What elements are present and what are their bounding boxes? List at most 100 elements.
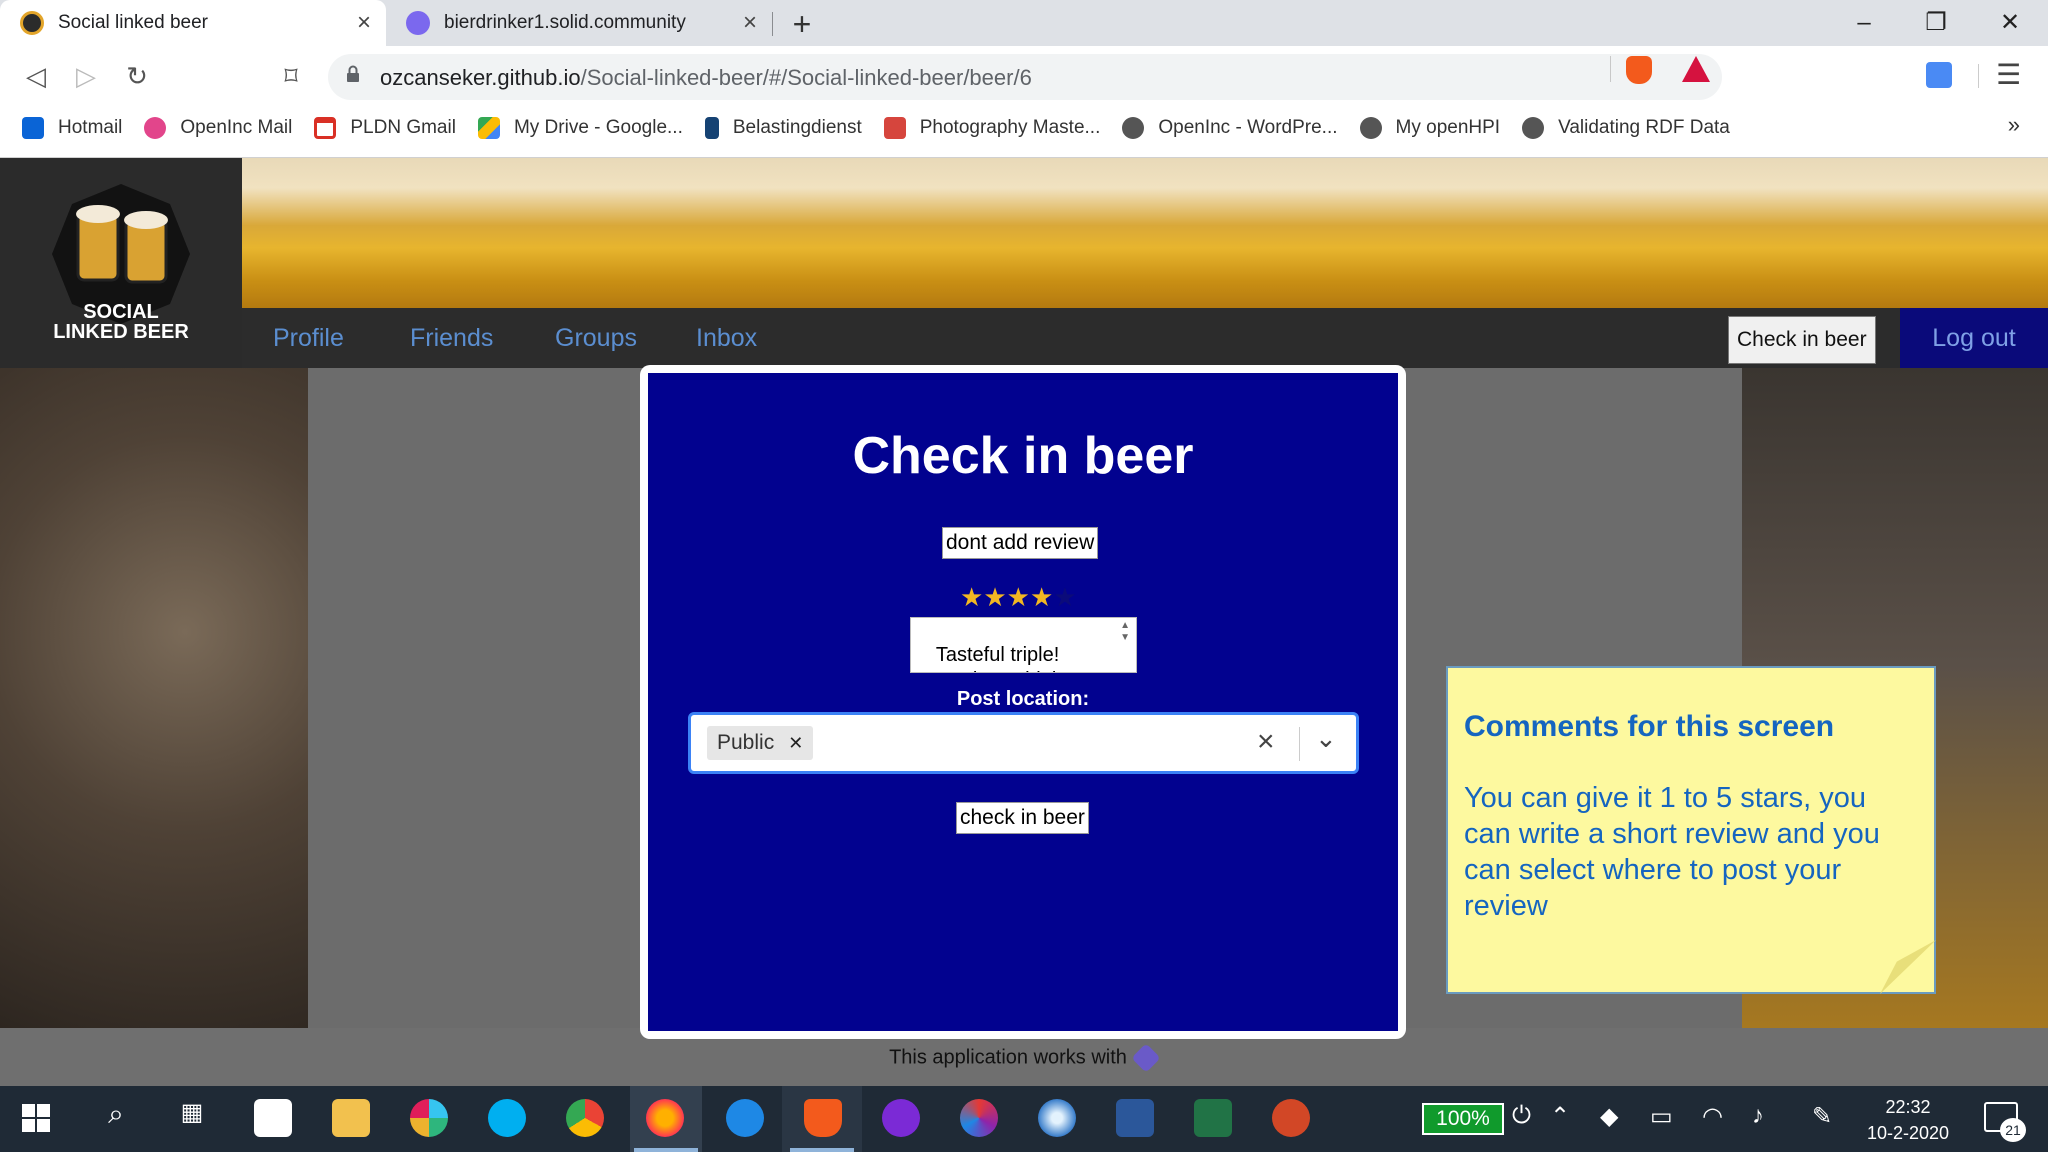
toolbar-divider — [1978, 64, 1979, 88]
bookmark-photography[interactable]: Photography Maste... — [883, 117, 1100, 139]
battery-indicator[interactable]: 100% — [1422, 1103, 1504, 1135]
udemy-icon — [883, 117, 906, 139]
tab-bierdrinker1[interactable]: bierdrinker1.solid.community × — [386, 0, 772, 46]
search-icon[interactable]: ⌕ — [96, 1098, 136, 1131]
new-tab-icon[interactable]: + — [786, 6, 818, 43]
nav-groups[interactable]: Groups — [555, 324, 637, 353]
star-3-icon[interactable]: ★ — [1007, 582, 1030, 612]
close-window-icon[interactable]: ✕ — [1980, 4, 2040, 42]
skype-icon[interactable] — [488, 1099, 526, 1137]
review-textarea[interactable]: Tasteful triple! PLDN beer drinkers ▲▼ — [910, 617, 1137, 673]
dont-add-review-button[interactable]: dont add review — [942, 527, 1099, 559]
bookmark-hotmail[interactable]: Hotmail — [22, 117, 122, 139]
bookmark-label: Belastingdienst — [732, 117, 862, 138]
bookmark-label: PLDN Gmail — [350, 117, 456, 138]
dropbox-icon[interactable]: ◆ — [1600, 1102, 1618, 1131]
task-view-icon[interactable]: ▦ — [172, 1098, 212, 1127]
star-rating[interactable]: ★★★★★ — [960, 582, 1077, 613]
forward-icon[interactable]: ▷ — [68, 54, 104, 98]
network-app-icon[interactable] — [1038, 1099, 1076, 1137]
brave-rewards-icon[interactable] — [1682, 56, 1710, 82]
back-icon[interactable]: ◁ — [18, 54, 54, 98]
bookmark-openinc-wordpress[interactable]: OpenInc - WordPre... — [1122, 117, 1338, 139]
excel-icon[interactable] — [1194, 1099, 1232, 1137]
url-path: /Social-linked-beer/#/Social-linked-beer… — [580, 65, 1032, 90]
bookmark-my-openhpi[interactable]: My openHPI — [1359, 117, 1501, 139]
bookmark-label: OpenInc - WordPre... — [1158, 117, 1338, 138]
nav-check-in-beer-button[interactable]: Check in beer — [1728, 316, 1876, 364]
bookmark-openinc-mail[interactable]: OpenInc Mail — [144, 117, 292, 139]
pen-icon[interactable]: ✎ — [1812, 1102, 1832, 1131]
globe-icon — [1122, 117, 1145, 139]
volume-icon[interactable]: ♪ — [1752, 1102, 1764, 1130]
chrome-icon[interactable] — [566, 1099, 604, 1137]
minimize-icon[interactable]: – — [1834, 4, 1894, 42]
translate-extension-icon[interactable] — [1926, 62, 1952, 88]
bookmark-my-drive[interactable]: My Drive - Google... — [477, 117, 683, 139]
battery-tray-icon[interactable]: ▭ — [1650, 1102, 1673, 1131]
browser-menu-icon[interactable]: ☰ — [1996, 58, 2021, 91]
note-title: Comments for this screen — [1464, 710, 1835, 743]
power-plug-icon: ⏻ — [1512, 1102, 1531, 1129]
google-drive-icon — [477, 117, 500, 139]
logo-line-1: SOCIAL — [83, 301, 159, 323]
bookmark-validating-rdf[interactable]: Validating RDF Data — [1522, 117, 1730, 139]
nav-friends[interactable]: Friends — [410, 324, 493, 353]
word-icon[interactable] — [1116, 1099, 1154, 1137]
remove-chip-icon[interactable]: ✕ — [788, 733, 803, 754]
review-text: Tasteful triple! PLDN beer drinkers — [914, 644, 1090, 672]
check-in-beer-submit-button[interactable]: check in beer — [956, 802, 1089, 834]
tab-title: Social linked beer — [58, 12, 208, 33]
brave-shields-icon[interactable] — [1626, 56, 1652, 84]
footer-label: This application works with — [889, 1046, 1127, 1069]
lock-icon — [347, 65, 359, 82]
firefox-icon[interactable] — [646, 1099, 684, 1137]
star-5-icon[interactable]: ★ — [1053, 582, 1076, 612]
note-body: You can give it 1 to 5 stars, you can wr… — [1464, 782, 1880, 922]
restore-icon[interactable]: ❐ — [1906, 4, 1966, 42]
clear-selection-icon[interactable]: × — [1257, 725, 1275, 759]
windows-start-icon[interactable] — [22, 1104, 50, 1132]
edge-icon[interactable] — [726, 1099, 764, 1137]
clock-time: 22:32 — [1885, 1097, 1931, 1117]
close-tab-icon[interactable]: × — [736, 9, 764, 37]
windows-taskbar — [0, 1086, 2048, 1152]
tor-icon[interactable] — [882, 1099, 920, 1137]
post-location-select[interactable]: Public ✕ × ⌄ — [688, 712, 1359, 774]
color-wheel-icon[interactable] — [960, 1099, 998, 1137]
file-explorer-icon[interactable] — [332, 1099, 370, 1137]
openinc-icon — [144, 117, 167, 139]
globe-icon — [1522, 117, 1545, 139]
globe-icon — [1359, 117, 1382, 139]
system-clock[interactable]: 22:32 10-2-2020 — [1862, 1094, 1954, 1146]
chevron-down-icon[interactable]: ⌄ — [1315, 723, 1337, 754]
nav-profile[interactable]: Profile — [273, 324, 344, 353]
bookmark-pldn-gmail[interactable]: PLDN Gmail — [314, 117, 456, 139]
wifi-icon[interactable]: ◠ — [1702, 1102, 1723, 1131]
nav-inbox[interactable]: Inbox — [696, 324, 757, 353]
close-tab-icon[interactable]: × — [350, 9, 378, 37]
select-divider — [1299, 727, 1300, 761]
star-4-icon[interactable]: ★ — [1030, 582, 1053, 612]
solid-logo-icon[interactable] — [1131, 1043, 1161, 1073]
textarea-scroll-icon[interactable]: ▲ ▼ — [1120, 620, 1130, 644]
url-text: ozcanseker.github.io/Social-linked-beer/… — [380, 65, 1032, 91]
location-chip-label: Public — [717, 731, 775, 754]
bookmark-icon[interactable]: ⌑ — [273, 54, 309, 98]
tray-chevron-up-icon[interactable]: ⌃ — [1550, 1102, 1570, 1131]
brave-icon[interactable] — [804, 1099, 842, 1137]
store-icon[interactable] — [254, 1099, 292, 1137]
slack-icon[interactable] — [410, 1099, 448, 1137]
bookmark-belastingdienst[interactable]: Belastingdienst — [704, 117, 862, 139]
bookmarks-overflow-icon[interactable]: » — [2008, 112, 2020, 138]
bookmark-label: My openHPI — [1395, 117, 1501, 138]
address-bar[interactable]: ozcanseker.github.io/Social-linked-beer/… — [328, 54, 1722, 100]
reload-icon[interactable]: ↻ — [119, 54, 155, 98]
star-2-icon[interactable]: ★ — [983, 582, 1006, 612]
tab-title: bierdrinker1.solid.community — [444, 12, 686, 33]
logout-button[interactable]: Log out — [1900, 308, 2048, 368]
powerpoint-icon[interactable] — [1272, 1099, 1310, 1137]
star-1-icon[interactable]: ★ — [960, 582, 983, 612]
tab-social-linked-beer[interactable]: Social linked beer × — [0, 0, 386, 46]
clock-date: 10-2-2020 — [1866, 1123, 1950, 1143]
